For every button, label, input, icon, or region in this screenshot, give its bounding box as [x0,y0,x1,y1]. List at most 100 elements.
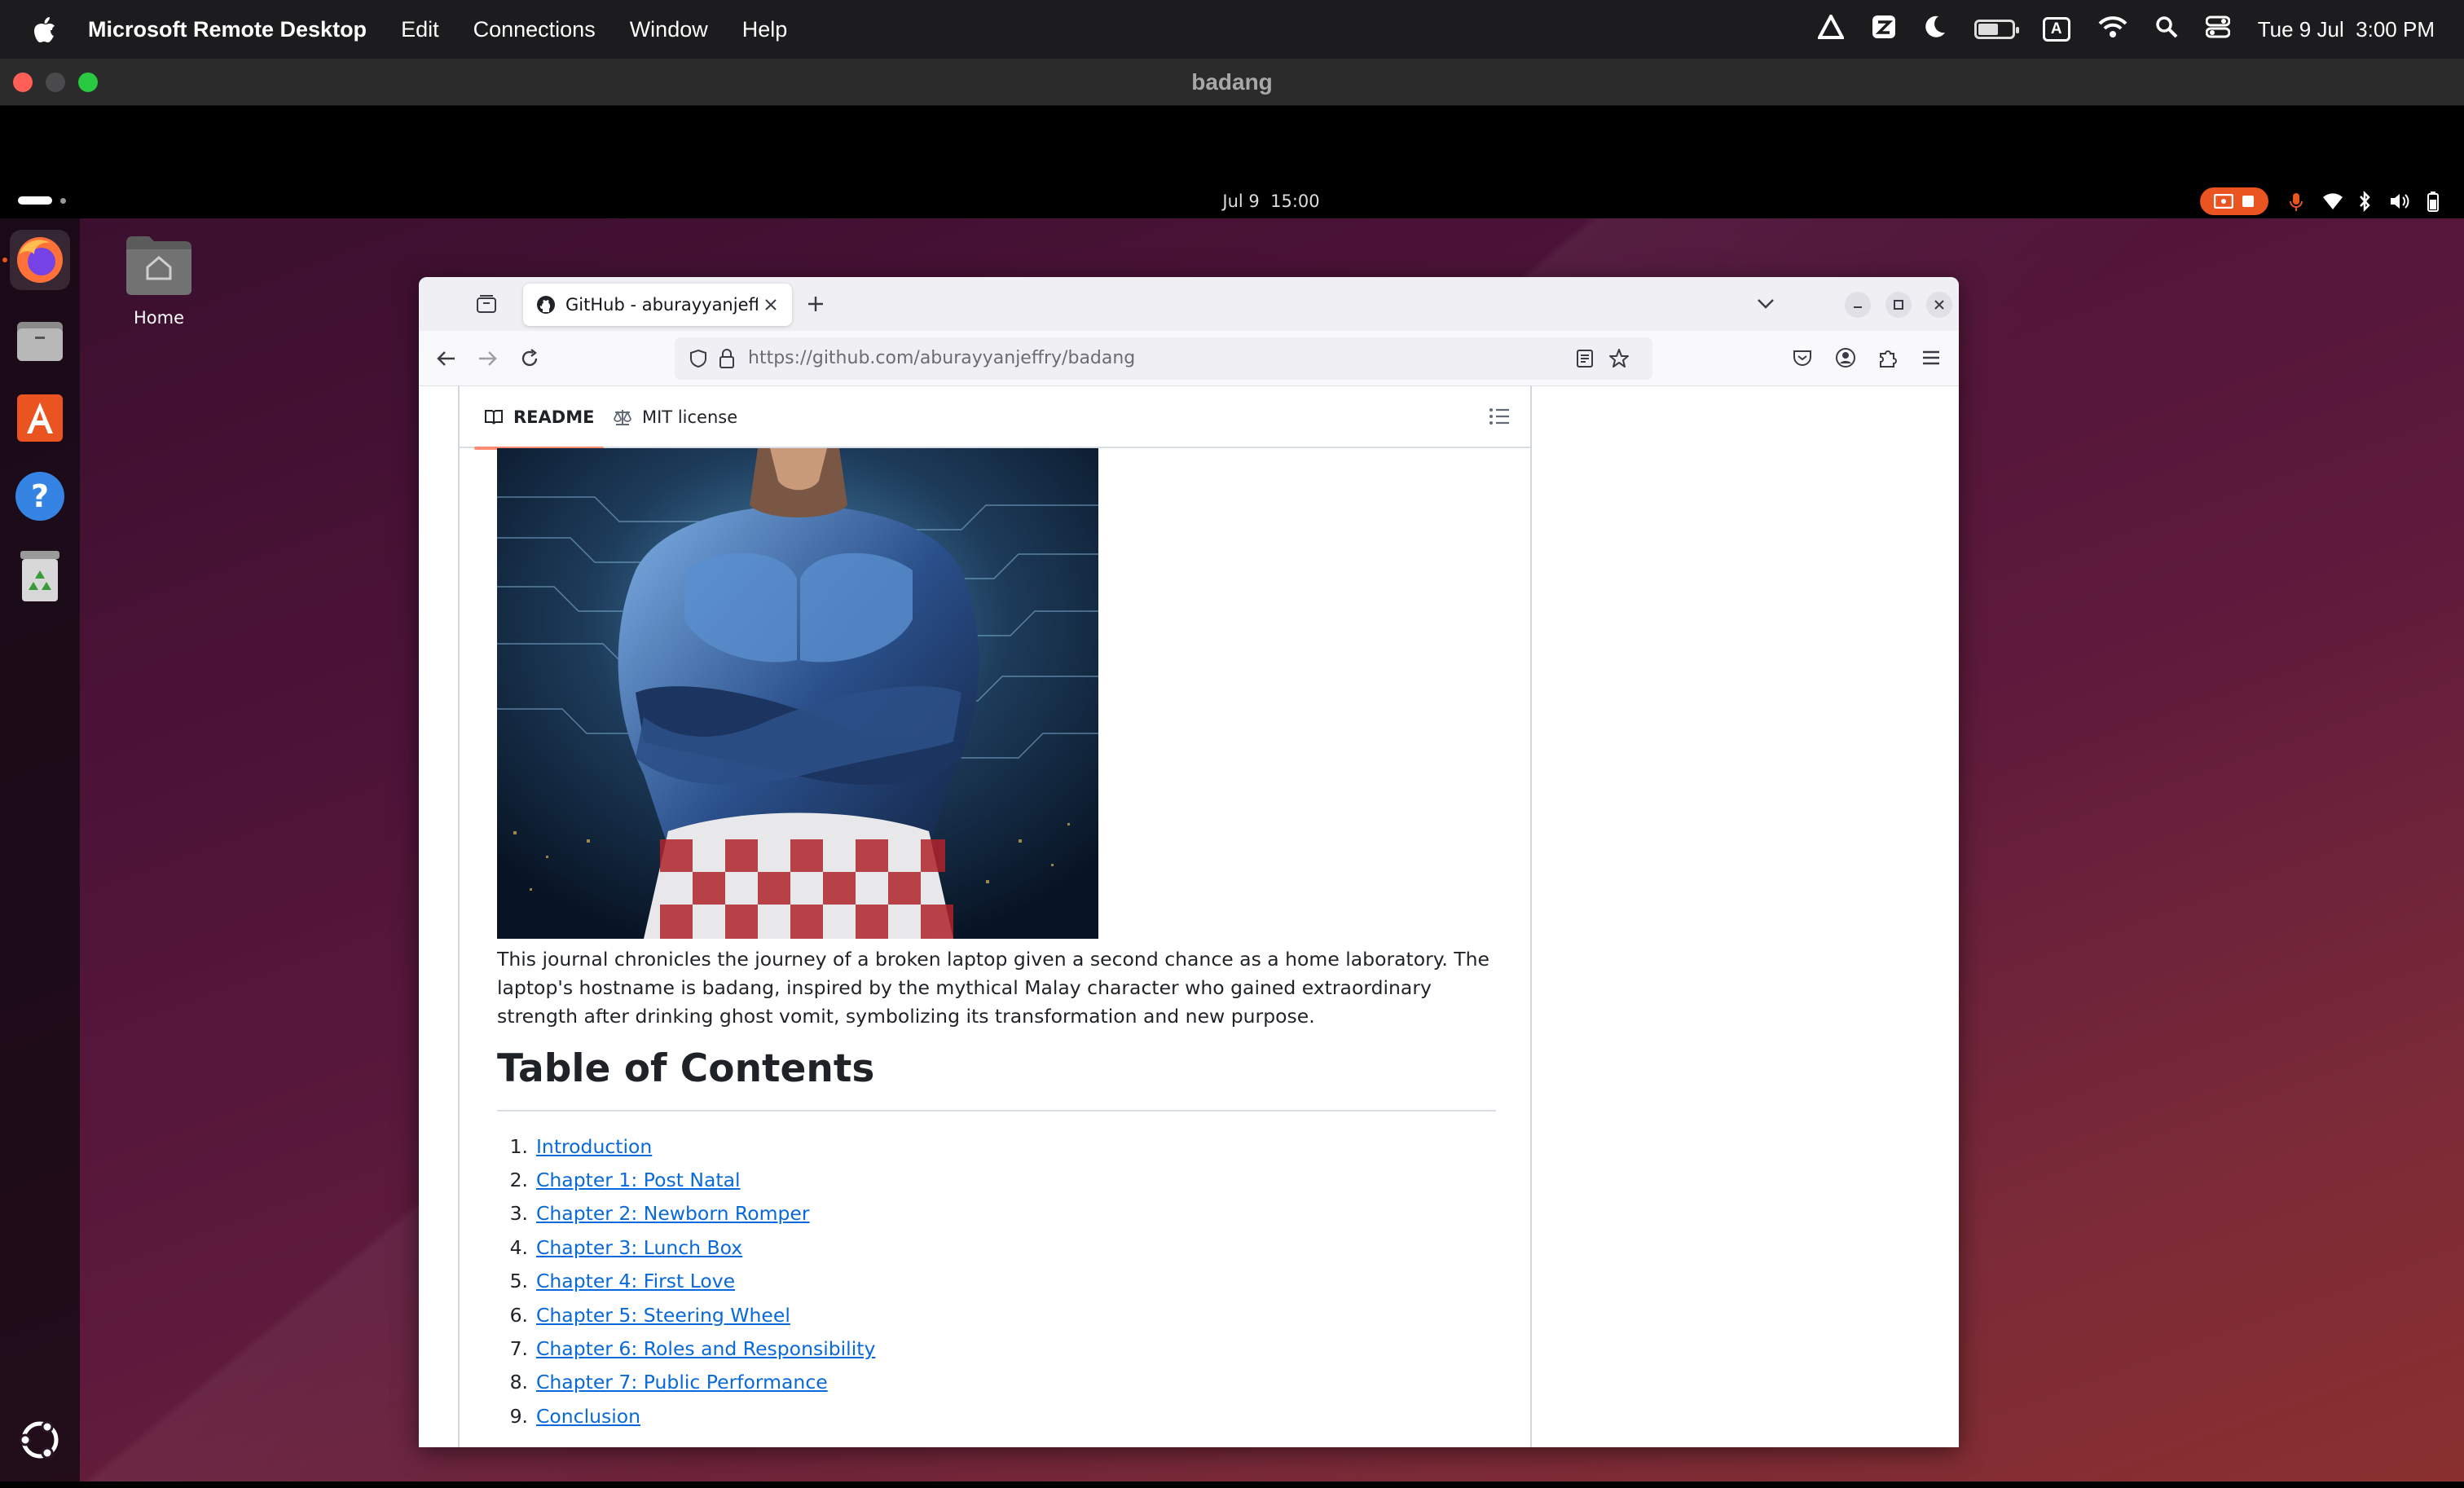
extensions-puzzle-icon[interactable] [1877,347,1899,368]
stop-icon [2242,196,2254,207]
network-wifi-icon[interactable] [2322,192,2343,210]
microphone-icon[interactable] [2290,192,2303,212]
readme-tab-bar: README MIT license [460,386,1530,450]
hamburger-menu-icon[interactable] [1921,349,1941,367]
dock-active-indicator [2,258,7,262]
toc-link-chapter-1[interactable]: Chapter 1: Post Natal [536,1169,741,1191]
tracking-protection-shield-icon[interactable] [689,349,707,368]
toc-item: 5. Chapter 4: First Love [497,1265,1230,1298]
toc-number: 7. [509,1337,528,1361]
address-bar[interactable]: https://github.com/aburayyanjeffry/badan… [675,337,1652,380]
toc-link-chapter-5[interactable]: Chapter 5: Steering Wheel [536,1304,790,1327]
close-icon [1934,300,1944,310]
zoom-icon[interactable] [1872,15,1896,44]
minimize-icon [1854,306,1862,308]
volume-icon[interactable] [2389,192,2410,210]
outline-toc-button[interactable] [1488,406,1512,430]
readme-hero-image [497,448,1098,939]
forward-button[interactable] [473,344,502,373]
list-all-tabs-button[interactable] [1752,290,1780,318]
menu-help[interactable]: Help [742,17,788,42]
ubuntu-clock[interactable]: Jul 9 15:00 [1190,184,1353,218]
chevron-down-icon [1758,299,1774,309]
menu-window[interactable]: Window [630,17,708,42]
lock-icon[interactable] [719,348,735,369]
app-name[interactable]: Microsoft Remote Desktop [88,17,367,42]
menu-bar-clock[interactable]: Tue 9 Jul 3:00 PM [2258,17,2435,42]
pocket-icon[interactable] [1793,349,1812,367]
browser-tab[interactable]: GitHub - aburayyanjeffry/ [523,284,792,326]
toc-item: 4. Chapter 3: Lunch Box [497,1230,1230,1264]
new-tab-button[interactable] [802,290,829,318]
show-apps-ubuntu-icon[interactable] [10,1410,70,1470]
tab-title: GitHub - aburayyanjeffry/ [565,295,758,315]
reader-view-icon[interactable] [1576,349,1594,368]
toc-heading: Table of Contents [497,1046,875,1091]
tab-mit-license[interactable]: MIT license [605,386,746,448]
toc-link-conclusion[interactable]: Conclusion [536,1405,640,1428]
svg-text:?: ? [31,478,49,514]
firefox-view-icon[interactable] [473,290,500,318]
toc-divider [497,1110,1496,1112]
spotlight-search-icon[interactable] [2155,15,2178,43]
readme-description: This journal chronicles the journey of a… [497,948,1489,1028]
control-center-icon[interactable] [2205,15,2231,43]
account-icon[interactable] [1835,347,1856,368]
battery-icon[interactable] [1973,20,2019,39]
files-dock-icon[interactable] [10,310,70,370]
trash-dock-icon[interactable] [10,546,70,606]
arrow-right-icon [479,351,497,366]
window-minimize-button[interactable] [1845,292,1871,318]
home-desktop-icon[interactable]: Home [122,233,196,331]
toc-link-chapter-7[interactable]: Chapter 7: Public Performance [536,1371,828,1393]
arrow-left-icon [437,351,455,366]
ubuntu-top-bar: Jul 9 15:00 [0,184,2464,218]
toc-item: 7. Chapter 6: Roles and Responsibility [497,1332,1230,1365]
url-path: aburayyanjeffry/badang [919,348,1136,368]
back-button[interactable] [432,344,461,373]
rdp-window-title: badang [1191,69,1273,95]
toc-number: 6. [509,1303,528,1327]
home-folder-icon [126,236,191,295]
apple-logo-icon[interactable] [33,15,57,43]
toc-link-chapter-3[interactable]: Chapter 3: Lunch Box [536,1236,742,1259]
url-text[interactable]: https://github.com/aburayyanjeffry/badan… [748,337,1135,380]
toc-link-introduction[interactable]: Introduction [536,1135,652,1158]
toc-number: 4. [509,1235,528,1259]
bluetooth-icon[interactable] [2359,191,2370,212]
battery-level [1978,24,1998,35]
toc-number: 1. [509,1134,528,1158]
reload-button[interactable] [515,344,544,373]
activities-indicator[interactable] [18,196,52,205]
firefox-window: GitHub - aburayyanjeffry/ [419,277,1959,1447]
screen-share-indicator[interactable] [2200,187,2268,215]
firefox-tab-bar: GitHub - aburayyanjeffry/ [419,277,1959,331]
toc-item: 3. Chapter 2: Newborn Romper [497,1197,1230,1230]
ubuntu-battery-icon[interactable] [2427,191,2440,212]
menu-connections[interactable]: Connections [473,17,596,42]
close-icon [765,299,777,310]
window-maximize-button[interactable] [1885,292,1912,318]
drive-icon[interactable] [1816,12,1846,44]
tab-close-button[interactable] [761,295,781,315]
toc-item: 2. Chapter 1: Post Natal [497,1163,1230,1196]
firefox-dock-icon[interactable] [10,230,70,290]
list-unordered-icon [1489,408,1509,425]
app-center-dock-icon[interactable] [10,388,70,448]
input-source-icon[interactable]: A [2042,17,2070,42]
bookmark-star-icon[interactable] [1608,348,1630,369]
toc-link-chapter-4[interactable]: Chapter 4: First Love [536,1270,735,1292]
reload-icon [521,349,538,367]
do-not-disturb-moon-icon[interactable] [1924,15,1947,44]
wifi-icon[interactable] [2098,15,2127,43]
tab-readme[interactable]: README [474,386,605,450]
toc-item: 8. Chapter 7: Public Performance [497,1366,1230,1399]
toc-link-chapter-2[interactable]: Chapter 2: Newborn Romper [536,1202,810,1225]
toc-link-chapter-6[interactable]: Chapter 6: Roles and Responsibility [536,1337,875,1360]
ubuntu-dock: ? [0,218,80,1481]
window-close-button[interactable] [1926,292,1952,318]
github-favicon-icon [537,296,555,314]
tab-readme-label: README [513,407,595,427]
help-dock-icon[interactable]: ? [10,466,70,526]
menu-edit[interactable]: Edit [401,17,439,42]
